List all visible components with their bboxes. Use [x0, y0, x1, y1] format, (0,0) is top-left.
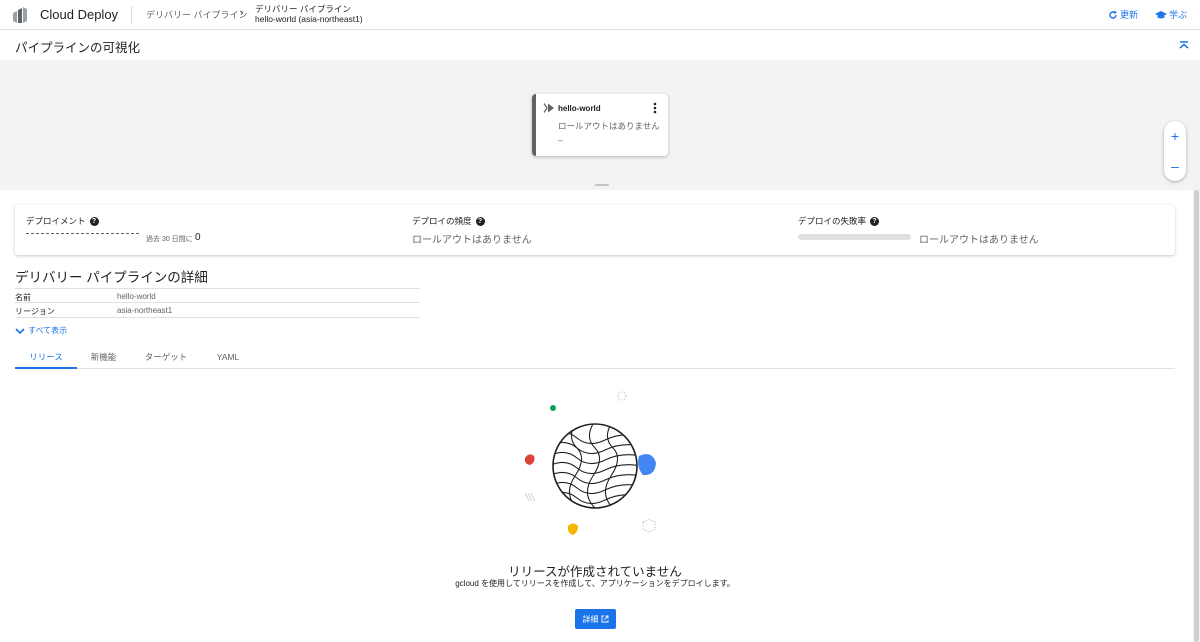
learn-button[interactable]: 学ぶ	[1155, 8, 1187, 21]
refresh-button[interactable]: 更新	[1108, 8, 1138, 21]
deploy-target-icon	[543, 103, 554, 113]
node-rollout-placeholder: –	[558, 135, 563, 145]
tab-targets[interactable]: ターゲット	[136, 347, 196, 369]
details-title: デリバリー パイプラインの詳細	[15, 270, 208, 285]
refresh-icon	[1109, 10, 1117, 19]
resize-handle[interactable]	[595, 184, 609, 186]
help-icon[interactable]: ?	[870, 216, 880, 226]
more-vert-icon[interactable]	[650, 101, 660, 115]
app-title: Cloud Deploy	[40, 7, 119, 22]
failure-rate-metric: デプロイの失敗率 ? ロールアウトはありません	[787, 205, 1175, 255]
deployments-period: 過去 30 日間に	[146, 236, 193, 243]
empty-state-subtitle: gcloud を使用してリリースを作成して、アプリケーションをデプロイします。	[455, 579, 735, 588]
deployments-metric: デプロイメント ? 過去 30 日間に 0	[15, 205, 401, 255]
deployments-sparkline-placeholder	[26, 233, 139, 234]
empty-state-illustration	[524, 391, 656, 535]
frequency-value: ロールアウトはありません	[412, 235, 532, 246]
node-status: ロールアウトはありません	[558, 121, 660, 131]
learn-more-label: 詳細	[582, 614, 599, 624]
frequency-metric: デプロイの頻度 ? ロールアウトはありません	[401, 205, 787, 255]
show-all-label: すべて表示	[28, 326, 68, 335]
refresh-label: 更新	[1120, 10, 1139, 20]
details-value: asia-northeast1	[117, 306, 173, 315]
details-row-name: 名前 hello-world	[15, 288, 420, 303]
metrics-card: デプロイメント ? 過去 30 日間に 0 デプロイの頻度 ? ロールアウトはあ…	[15, 205, 1175, 255]
details-value: hello-world	[117, 292, 156, 301]
pipeline-canvas[interactable]: hello-world ロールアウトはありません – + –	[0, 60, 1200, 190]
failure-rate-bar	[798, 234, 911, 240]
details-key: リージョン	[15, 307, 55, 316]
zoom-out-button[interactable]: –	[1164, 155, 1186, 177]
pipeline-target-node[interactable]: hello-world ロールアウトはありません –	[532, 94, 668, 156]
details-row-region: リージョン asia-northeast1	[15, 303, 420, 318]
top-bar: Cloud Deploy デリバリー パイプライン › デリバリー パイプライン…	[0, 0, 1200, 30]
visualization-title: パイプラインの可視化	[15, 41, 141, 55]
node-name: hello-world	[558, 104, 601, 113]
open-in-new-icon	[601, 615, 608, 623]
chevron-down-icon	[15, 327, 25, 334]
breadcrumb-parent-link[interactable]: デリバリー パイプライン	[146, 8, 248, 21]
help-icon[interactable]: ?	[89, 216, 99, 226]
tab-new-features[interactable]: 新機能	[81, 347, 126, 369]
frequency-title: デプロイの頻度	[412, 216, 472, 226]
tab-yaml[interactable]: YAML	[208, 347, 248, 369]
help-icon[interactable]: ?	[475, 216, 485, 226]
cloud-deploy-logo-icon	[13, 7, 27, 23]
failure-rate-value: ロールアウトはありません	[919, 235, 1039, 246]
show-all-link[interactable]: すべて表示	[15, 325, 67, 336]
deployments-count: 0	[195, 232, 201, 243]
tab-releases[interactable]: リリース	[15, 347, 77, 369]
collapse-icon[interactable]	[1177, 38, 1191, 52]
chevron-right-icon: ›	[240, 7, 244, 19]
visualization-header: パイプラインの可視化	[0, 30, 1200, 60]
scrollbar-thumb[interactable]	[1194, 190, 1199, 642]
learn-more-button[interactable]: 詳細	[575, 609, 616, 629]
breadcrumb-current-name: hello-world (asia-northeast1)	[255, 14, 363, 24]
details-key: 名前	[15, 293, 31, 302]
learn-label: 学ぶ	[1169, 10, 1188, 20]
zoom-in-button[interactable]: +	[1164, 125, 1186, 147]
divider	[131, 6, 132, 24]
zoom-controls: + –	[1164, 121, 1186, 181]
tab-bar: リリース 新機能 ターゲット YAML	[15, 347, 1175, 369]
school-icon	[1155, 10, 1167, 18]
deployments-title: デプロイメント	[26, 216, 86, 226]
failure-rate-title: デプロイの失敗率	[798, 216, 867, 226]
